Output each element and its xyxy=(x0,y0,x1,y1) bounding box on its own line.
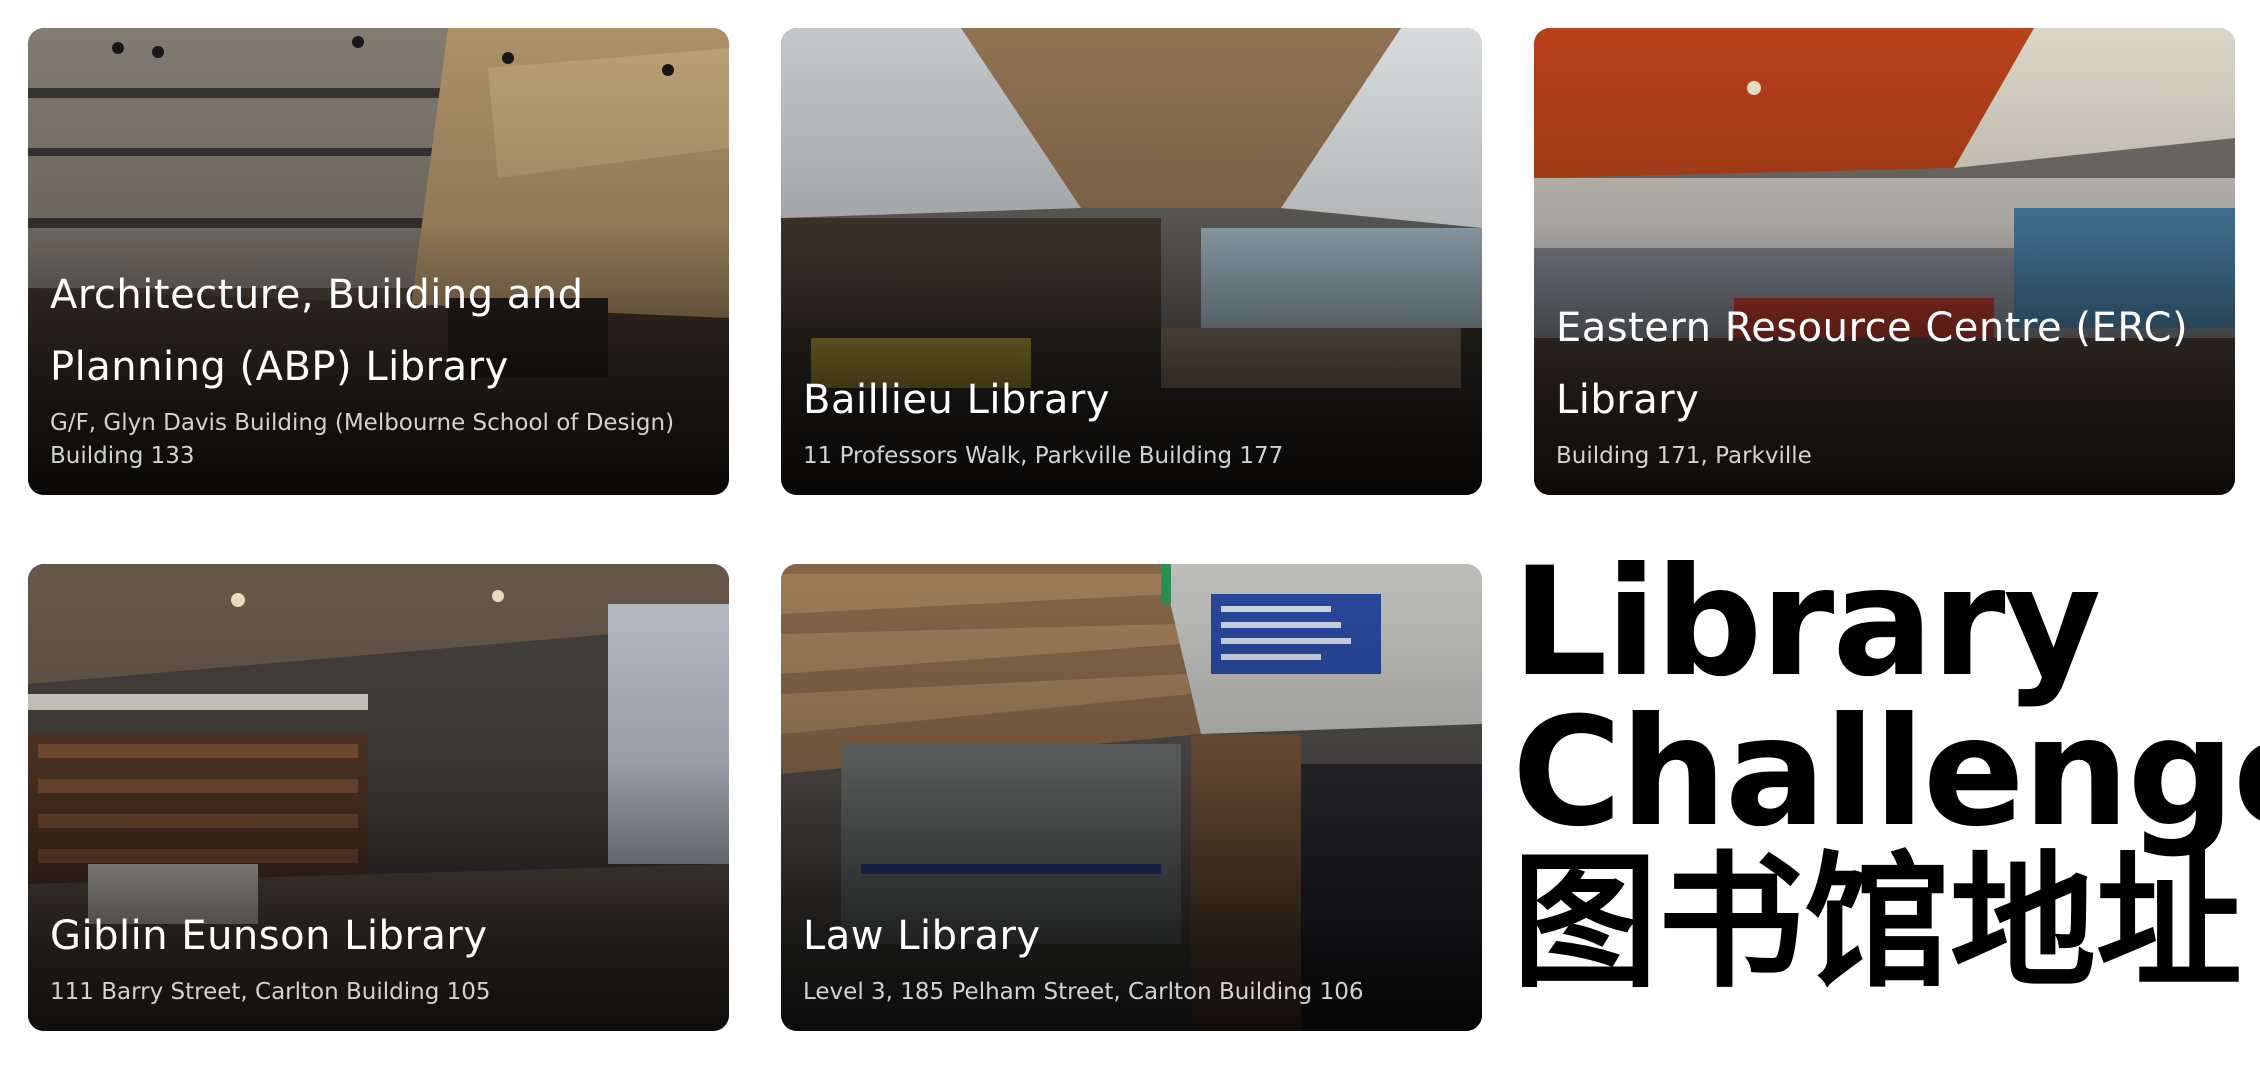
library-card-giblin-eunson[interactable]: Giblin Eunson Library 111 Barry Street, … xyxy=(28,564,729,1031)
library-card-erc[interactable]: Eastern Resource Centre (ERC) Library Bu… xyxy=(1534,28,2235,495)
card-info: Giblin Eunson Library 111 Barry Street, … xyxy=(50,900,709,1009)
headline-line-2: Challenge xyxy=(1512,686,2260,860)
headline-line-1: Library xyxy=(1512,536,2101,710)
library-name: Baillieu Library xyxy=(803,377,1110,423)
card-info: Eastern Resource Centre (ERC) Library Bu… xyxy=(1556,292,2215,473)
library-name: Eastern Resource Centre (ERC) Library xyxy=(1556,305,2189,423)
library-name: Architecture, Building and Planning (ABP… xyxy=(50,272,584,390)
card-info: Architecture, Building and Planning (ABP… xyxy=(50,259,709,473)
library-address: G/F, Glyn Davis Building (Melbourne Scho… xyxy=(50,410,675,469)
library-card-law[interactable]: Law Library Level 3, 185 Pelham Street, … xyxy=(781,564,1482,1031)
library-name: Law Library xyxy=(803,913,1041,959)
library-address: 111 Barry Street, Carlton Building 105 xyxy=(50,979,491,1005)
headline-line-3: 图书馆地址 xyxy=(1512,838,2242,1008)
library-card-abp[interactable]: Architecture, Building and Planning (ABP… xyxy=(28,28,729,495)
library-address: Level 3, 185 Pelham Street, Carlton Buil… xyxy=(803,979,1364,1005)
card-info: Baillieu Library 11 Professors Walk, Par… xyxy=(803,364,1462,473)
library-name: Giblin Eunson Library xyxy=(50,913,488,959)
library-address: 11 Professors Walk, Parkville Building 1… xyxy=(803,443,1284,469)
library-card-baillieu[interactable]: Baillieu Library 11 Professors Walk, Par… xyxy=(781,28,1482,495)
card-info: Law Library Level 3, 185 Pelham Street, … xyxy=(803,900,1462,1009)
library-address: Building 171, Parkville xyxy=(1556,443,1812,469)
challenge-headline: Library Challenge 图书馆地址 xyxy=(1512,548,2260,998)
